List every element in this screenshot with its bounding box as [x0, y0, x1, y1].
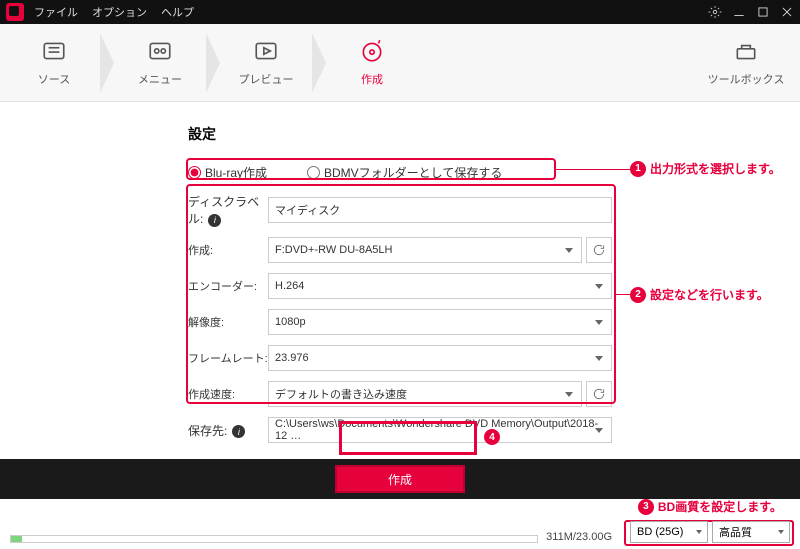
disc-type-select[interactable]: BD (25G): [630, 521, 708, 543]
field-label: エンコーダー:: [188, 278, 268, 294]
menu-file[interactable]: ファイル: [34, 4, 78, 20]
annotation-4: 4: [484, 429, 500, 445]
tab-label: メニュー: [138, 71, 182, 87]
size-progress: [10, 535, 538, 543]
field-label: 作成速度:: [188, 386, 268, 402]
saveto-select[interactable]: C:\Users\ws\Documents\Wondershare DVD Me…: [268, 417, 612, 443]
resolution-row: 解像度: 1080p: [180, 307, 620, 337]
tab-label: 作成: [361, 71, 383, 87]
maximize-icon[interactable]: [756, 5, 770, 19]
speed-select[interactable]: デフォルトの書き込み速度: [268, 381, 582, 407]
burner-select[interactable]: F:DVD+-RW DU-8A5LH: [268, 237, 582, 263]
info-icon[interactable]: i: [232, 425, 245, 438]
menu-help[interactable]: ヘルプ: [161, 4, 194, 20]
annotation-2: 2設定などを行います。: [630, 286, 769, 303]
app-logo-icon: [6, 3, 24, 21]
saveto-row: 保存先: i C:\Users\ws\Documents\Wondershare…: [180, 415, 620, 445]
radio-bluray[interactable]: Blu-ray作成: [188, 164, 267, 181]
tab-label: プレビュー: [239, 71, 294, 87]
minimize-icon[interactable]: [732, 5, 746, 19]
source-icon: [41, 38, 67, 64]
encoder-row: エンコーダー: H.264: [180, 271, 620, 301]
tab-label: ツールボックス: [708, 71, 785, 87]
window-controls: [708, 5, 794, 19]
field-label: 保存先: i: [188, 422, 268, 439]
disc-label-row: ディスクラベル: i マイディスク: [180, 191, 620, 229]
tab-menu[interactable]: メニュー: [120, 33, 200, 93]
tab-toolbox[interactable]: ツールボックス: [706, 33, 786, 93]
chevron-icon: [312, 33, 326, 93]
burn-button[interactable]: 作成: [335, 465, 465, 493]
disc-label-input[interactable]: マイディスク: [268, 197, 612, 223]
output-format-row: Blu-ray作成 BDMVフォルダーとして保存する: [180, 160, 620, 185]
panel-title: 設定: [180, 120, 620, 148]
tab-source[interactable]: ソース: [14, 33, 94, 93]
tab-burn[interactable]: 作成: [332, 33, 412, 93]
menu-icon: [147, 38, 173, 64]
speed-row: 作成速度: デフォルトの書き込み速度: [180, 379, 620, 409]
menu-option[interactable]: オプション: [92, 4, 147, 20]
annotation-line: [616, 294, 630, 295]
field-label: 作成:: [188, 242, 268, 258]
burn-icon: [359, 38, 385, 64]
toolbox-icon: [733, 38, 759, 64]
close-icon[interactable]: [780, 5, 794, 19]
settings-panel: 設定 Blu-ray作成 BDMVフォルダーとして保存する ディスクラベル: i…: [180, 120, 620, 445]
progress-fill: [11, 536, 22, 542]
refresh-burner-button[interactable]: [586, 237, 612, 263]
annotation-line: [556, 169, 630, 170]
refresh-icon: [592, 243, 606, 257]
annotation-1: 1出力形式を選択します。: [630, 160, 781, 177]
refresh-speed-button[interactable]: [586, 381, 612, 407]
info-icon[interactable]: i: [208, 214, 221, 227]
footer: 311M/23.00G BD (25G) 高品質: [0, 503, 800, 549]
field-label: ディスクラベル: i: [188, 193, 268, 227]
step-tabs: ソース メニュー プレビュー 作成 ツールボックス: [0, 24, 800, 102]
resolution-select[interactable]: 1080p: [268, 309, 612, 335]
framerate-select[interactable]: 23.976: [268, 345, 612, 371]
tab-label: ソース: [38, 71, 70, 87]
framerate-row: フレームレート: 23.976: [180, 343, 620, 373]
content-area: 設定 Blu-ray作成 BDMVフォルダーとして保存する ディスクラベル: i…: [0, 102, 800, 499]
tab-preview[interactable]: プレビュー: [226, 33, 306, 93]
title-bar: ファイル オプション ヘルプ: [0, 0, 800, 24]
burner-row: 作成: F:DVD+-RW DU-8A5LH: [180, 235, 620, 265]
gear-icon[interactable]: [708, 5, 722, 19]
quality-select[interactable]: 高品質: [712, 521, 790, 543]
preview-icon: [253, 38, 279, 64]
chevron-icon: [206, 33, 220, 93]
chevron-icon: [100, 33, 114, 93]
menu-bar: ファイル オプション ヘルプ: [34, 4, 194, 20]
field-label: 解像度:: [188, 314, 268, 330]
field-label: フレームレート:: [188, 350, 268, 366]
action-bar: 作成: [0, 459, 800, 499]
size-text: 311M/23.00G: [546, 531, 612, 543]
radio-bdmv[interactable]: BDMVフォルダーとして保存する: [307, 164, 502, 181]
encoder-select[interactable]: H.264: [268, 273, 612, 299]
refresh-icon: [592, 387, 606, 401]
